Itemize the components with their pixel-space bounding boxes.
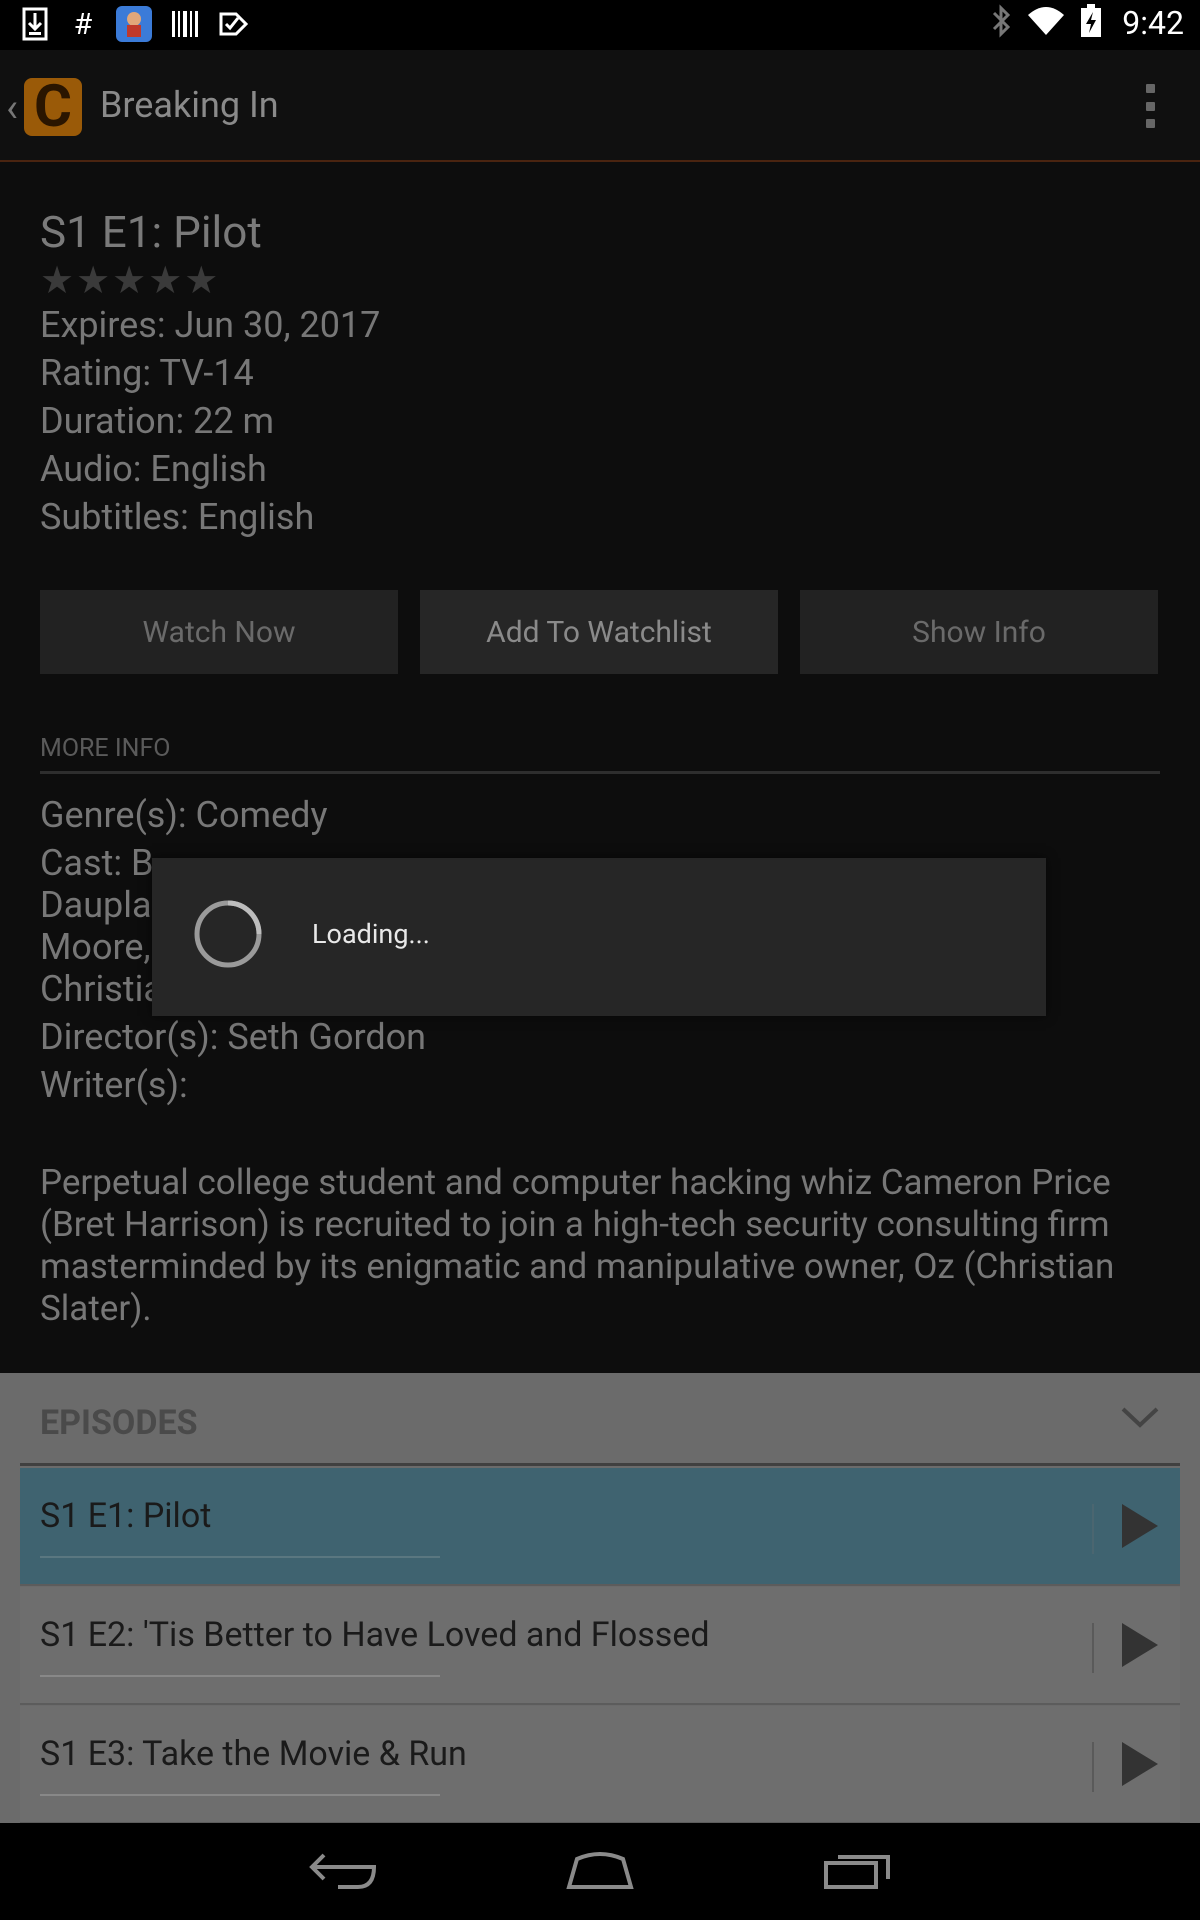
cast-text-line1: Cast: B [40,842,154,884]
loading-text: Loading... [312,918,430,950]
row-divider [1092,1742,1094,1792]
overflow-menu-icon[interactable] [1140,84,1160,128]
episode-row[interactable]: S1 E1: Pilot [20,1468,1180,1586]
episodes-panel: EPISODES S1 E1: Pilot S1 E2: 'Tis Better… [0,1373,1200,1823]
loading-dialog: Loading... [152,858,1046,1016]
cast-text-line2: Daupla [40,884,152,926]
show-info-button[interactable]: Show Info [800,590,1158,674]
action-bar: ‹ C Breaking In [0,50,1200,162]
app-logo[interactable]: C [24,78,82,136]
episode-title: S1 E1: Pilot [40,206,262,258]
chevron-down-icon[interactable] [1120,1403,1160,1431]
play-icon[interactable] [1122,1623,1158,1667]
status-bar: # 9:42 [0,0,1200,50]
watch-now-button[interactable]: Watch Now [40,590,398,674]
play-icon[interactable] [1122,1742,1158,1786]
audio-text: Audio: English [40,448,267,490]
synopsis-text: Perpetual college student and computer h… [40,1162,1115,1329]
add-to-watchlist-button[interactable]: Add To Watchlist [420,590,778,674]
back-icon[interactable] [298,1841,388,1901]
episode-progress-bar [40,1794,440,1796]
episode-row[interactable]: S1 E3: Take the Movie & Run [20,1706,1180,1823]
wifi-icon [1026,5,1066,41]
rating-stars[interactable]: ★★★★★ [40,258,220,303]
duration-text: Duration: 22 m [40,400,275,442]
loading-spinner-icon [194,900,262,968]
hashtag-icon: # [73,6,93,42]
cast-text-line3: Moore, [40,926,151,968]
recents-icon[interactable] [812,1841,902,1901]
download-icon [20,6,50,42]
episode-row-title: S1 E2: 'Tis Better to Have Loved and Flo… [40,1615,710,1655]
page-title: Breaking In [100,84,279,126]
row-divider [1092,1623,1094,1673]
more-info-label: MORE INFO [40,734,171,763]
episode-row-title: S1 E1: Pilot [40,1496,212,1536]
episode-progress-bar [40,1556,440,1558]
play-icon[interactable] [1122,1504,1158,1548]
genre-text: Genre(s): Comedy [40,794,328,836]
home-icon[interactable] [555,1841,645,1901]
cast-text-line4: Christia [40,968,163,1010]
battery-icon [1080,4,1102,42]
episode-progress-bar [40,1675,440,1677]
check-icon [218,6,248,42]
writer-text: Writer(s): [40,1064,188,1106]
back-chevron-icon[interactable]: ‹ [6,84,18,131]
navigation-bar [0,1823,1200,1920]
more-info-divider [40,771,1160,774]
app-notification-icon [116,6,152,42]
episodes-divider [20,1463,1180,1466]
rating-text: Rating: TV-14 [40,352,254,394]
barcode-icon [170,6,200,42]
episodes-header: EPISODES [40,1403,198,1443]
status-clock: 9:42 [1122,4,1184,42]
episode-row-title: S1 E3: Take the Movie & Run [40,1734,467,1774]
episode-row[interactable]: S1 E2: 'Tis Better to Have Loved and Flo… [20,1587,1180,1705]
row-divider [1092,1504,1094,1554]
subtitles-text: Subtitles: English [40,496,315,538]
bluetooth-icon [990,4,1012,42]
director-text: Director(s): Seth Gordon [40,1016,427,1058]
expires-text: Expires: Jun 30, 2017 [40,304,381,346]
